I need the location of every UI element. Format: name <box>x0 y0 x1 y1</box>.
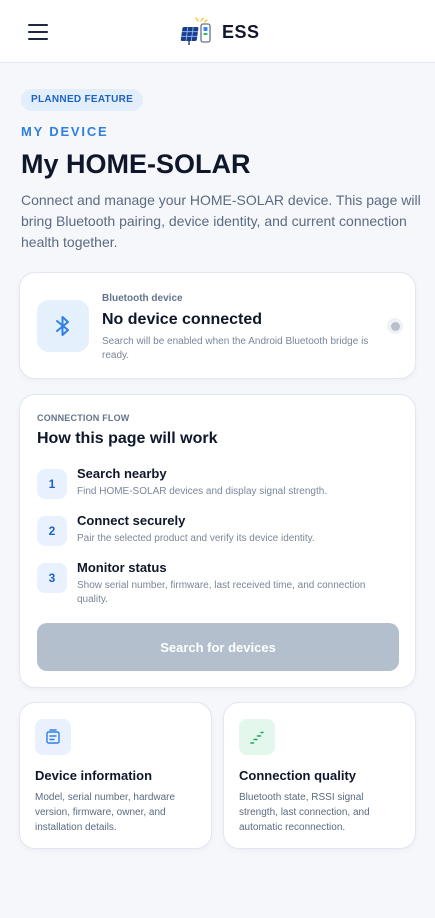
flow-title: How this page will work <box>37 430 218 447</box>
feature-description: Bluetooth state, RSSI signal strength, l… <box>239 792 370 833</box>
hamburger-menu-icon[interactable] <box>28 24 48 40</box>
feature-title: Device information <box>35 768 153 783</box>
feature-icon-tile <box>239 719 275 755</box>
step-number: 2 <box>37 516 67 546</box>
bluetooth-device-card: Bluetooth device No device connected Sea… <box>19 272 416 379</box>
feature-title: Connection quality <box>239 768 356 783</box>
page-eyebrow: MY DEVICE <box>21 124 109 139</box>
device-status-hint: Search will be enabled when the Android … <box>102 336 369 361</box>
signal-quality-icon <box>250 731 264 744</box>
step-description: Pair the selected product and verify its… <box>77 533 315 544</box>
connection-flow-card: CONNECTION FLOW How this page will work … <box>19 394 416 688</box>
page-description: Connect and manage your HOME-SOLAR devic… <box>21 192 421 250</box>
connection-quality-card: Connection quality Bluetooth state, RSSI… <box>223 702 416 849</box>
connection-status-indicator <box>387 318 403 334</box>
step-title: Connect securely <box>77 513 186 528</box>
step-title: Monitor status <box>77 560 167 575</box>
step-number: 1 <box>37 469 67 499</box>
brand-name: ESS <box>222 21 260 42</box>
step-number: 3 <box>37 563 67 593</box>
page-title: My HOME-SOLAR <box>21 149 251 179</box>
device-info-icon <box>46 729 60 744</box>
device-information-card: Device information Model, serial number,… <box>19 702 212 849</box>
planned-feature-badge: PLANNED FEATURE <box>21 89 144 111</box>
feature-description: Model, serial number, hardware version, … <box>35 792 176 833</box>
search-devices-button[interactable]: Search for devices <box>37 623 399 671</box>
step-description: Show serial number, firmware, last recei… <box>77 580 366 605</box>
brand: ESS <box>180 17 260 47</box>
bluetooth-tile <box>37 300 89 352</box>
flow-eyebrow: CONNECTION FLOW <box>37 413 130 423</box>
step-title: Search nearby <box>77 466 167 481</box>
device-status-title: No device connected <box>102 311 263 328</box>
step-description: Find HOME-SOLAR devices and display sign… <box>77 486 328 497</box>
device-card-label: Bluetooth device <box>102 293 183 304</box>
solar-battery-logo-icon <box>180 17 211 45</box>
feature-icon-tile <box>35 719 71 755</box>
main-content: PLANNED FEATURE MY DEVICE My HOME-SOLAR … <box>0 64 435 918</box>
bluetooth-icon <box>56 316 69 336</box>
app-bar: ESS <box>0 0 435 63</box>
